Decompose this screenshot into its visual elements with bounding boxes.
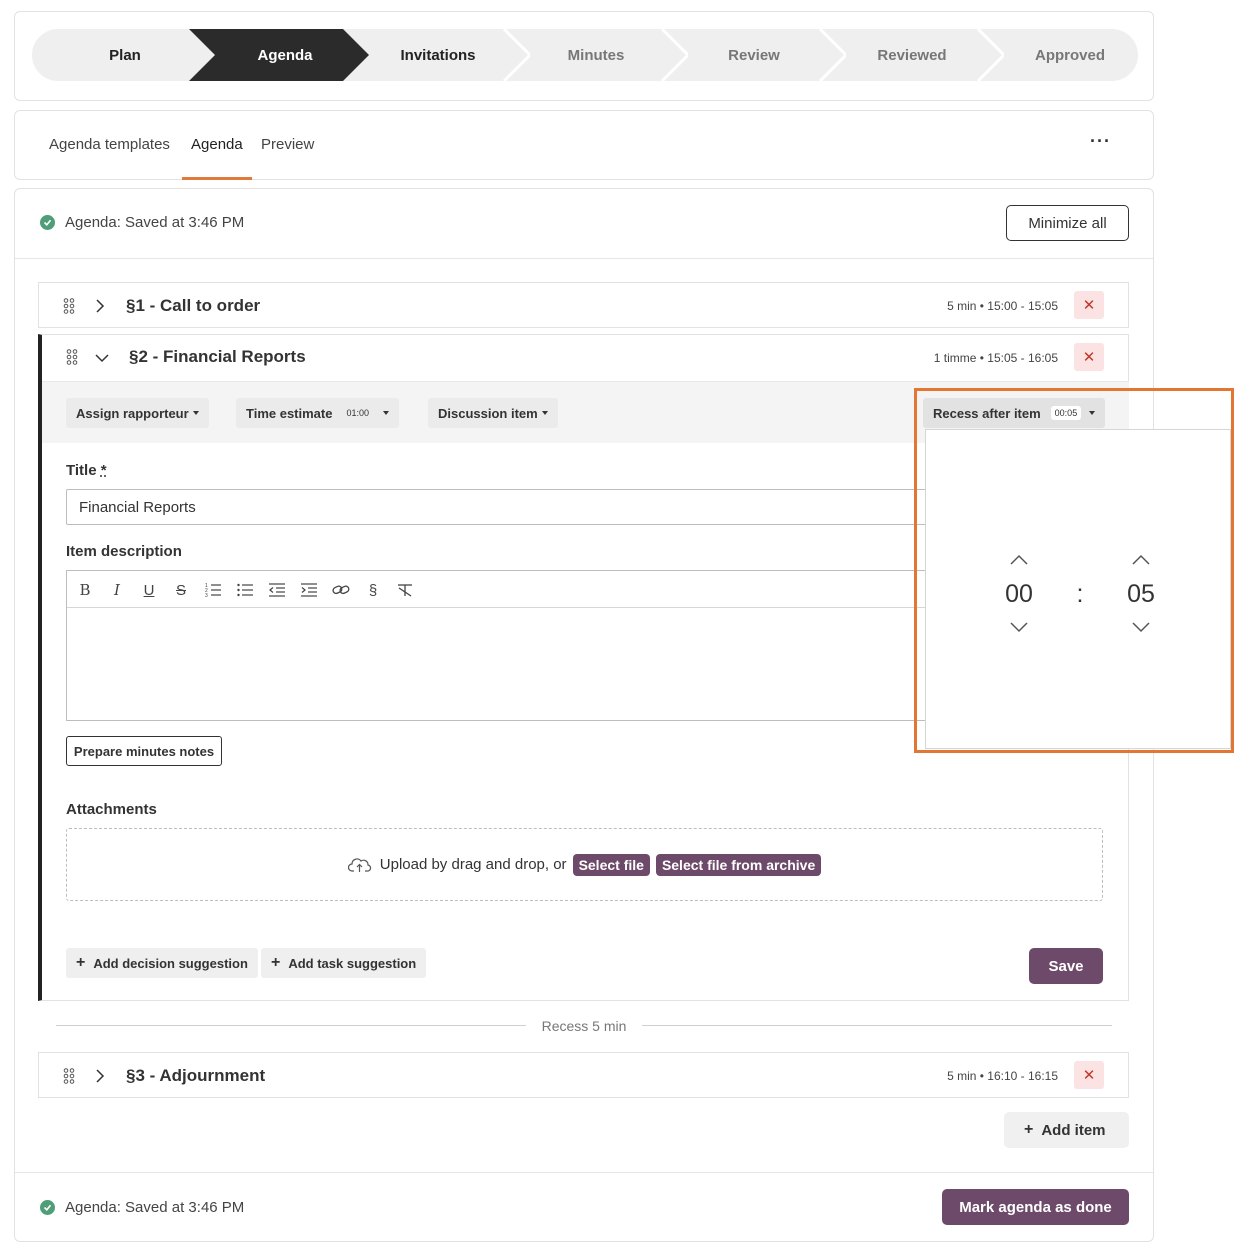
delete-item-button[interactable]: ✕ [1074,343,1104,371]
check-circle-icon [40,215,55,230]
drag-handle-icon[interactable] [66,349,78,365]
agenda-item-title: §2 - Financial Reports [129,347,306,366]
save-status-text: Agenda: Saved at 3:46 PM [65,214,245,231]
plus-icon: + [76,954,86,971]
discussion-item-dropdown[interactable]: Discussion item [428,398,558,428]
underline-icon[interactable]: U [139,580,159,600]
time-estimate-dropdown[interactable]: Time estimate 01:00 [236,398,399,428]
button-label: Add decision suggestion [93,955,248,971]
step-minutes[interactable]: Minutes [508,29,688,81]
section-icon[interactable]: § [363,580,383,600]
button-label: Add item [1041,1121,1106,1139]
agenda-item-title: §1 - Call to order [126,296,261,315]
description-label: Item description [66,543,182,560]
footer-divider [15,1172,1153,1173]
save-item-button[interactable]: Save [1029,948,1103,984]
italic-icon[interactable]: I [107,580,127,600]
tab-agenda[interactable]: Agenda [191,136,243,153]
step-label: Reviewed [877,46,947,64]
ordered-list-icon[interactable]: 123 [203,580,223,600]
link-icon[interactable] [331,580,351,600]
chevron-right-icon[interactable] [95,1068,105,1084]
close-icon: ✕ [1082,297,1096,314]
agenda-item-title: §3 - Adjournment [126,1066,266,1085]
clear-format-icon[interactable] [395,580,415,600]
plus-icon: + [271,954,281,971]
workflow-stepper-card: Plan Agenda Invitations Minutes Review R… [14,11,1154,101]
header-divider [15,258,1153,259]
save-status-bottom: Agenda: Saved at 3:46 PM [40,1199,244,1216]
recess-text: Recess 5 min [525,1018,643,1034]
agenda-item-meta: 5 min • 15:00 - 15:05 [947,299,1058,313]
plus-icon: + [1024,1121,1034,1138]
step-label: Minutes [567,46,625,64]
assign-rapporteur-dropdown[interactable]: Assign rapporteur [66,398,209,428]
title-label: Title * [66,462,107,479]
close-icon: ✕ [1082,1067,1096,1084]
focus-highlight-box [914,388,1234,753]
delete-item-button[interactable]: ✕ [1074,1061,1104,1089]
minimize-all-button[interactable]: Minimize all [1006,205,1129,241]
chevron-right-icon[interactable] [95,298,105,314]
time-estimate-value: 01:00 [342,406,373,420]
outdent-icon[interactable] [267,580,287,600]
tab-agenda-templates[interactable]: Agenda templates [49,136,170,153]
step-approved[interactable]: Approved [982,29,1138,81]
caret-down-icon [383,411,389,415]
step-reviewed[interactable]: Reviewed [824,29,1004,81]
add-item-button[interactable]: + Add item [1004,1112,1129,1148]
cloud-upload-icon [347,857,371,872]
bullet-list-icon[interactable] [235,580,255,600]
step-review[interactable]: Review [666,29,846,81]
caret-down-icon [192,411,199,415]
recess-label: Recess 5 min [15,1018,1153,1034]
prepare-minutes-notes-button[interactable]: Prepare minutes notes [66,736,222,766]
dropdown-label: Assign rapporteur [76,405,189,421]
drag-handle-icon[interactable] [63,298,75,314]
save-status-text: Agenda: Saved at 3:46 PM [65,1199,245,1216]
required-marker: * [100,462,107,479]
select-file-from-archive-button[interactable]: Select file from archive [655,853,822,876]
agenda-item-meta: 1 timme • 15:05 - 16:05 [933,351,1058,365]
add-decision-suggestion-button[interactable]: + Add decision suggestion [66,948,258,978]
indent-icon[interactable] [299,580,319,600]
step-label: Plan [109,46,141,64]
chevron-down-icon[interactable] [94,353,110,363]
step-label: Review [728,46,780,64]
step-label: Invitations [400,46,476,64]
dropdown-label: Time estimate [246,405,333,421]
button-label: Add task suggestion [288,955,417,971]
add-task-suggestion-button[interactable]: + Add task suggestion [261,948,427,978]
dropdown-label: Discussion item [438,405,538,421]
step-label: Approved [1034,46,1105,64]
mark-agenda-done-button[interactable]: Mark agenda as done [942,1189,1129,1225]
workflow-stepper: Plan Agenda Invitations Minutes Review R… [32,29,1138,81]
select-file-button[interactable]: Select file [572,853,650,876]
step-label: Agenda [257,46,313,64]
active-tab-indicator [182,177,252,180]
close-icon: ✕ [1082,349,1096,366]
agenda-item-1[interactable]: §1 - Call to order 5 min • 15:00 - 15:05… [38,282,1129,328]
attachments-label: Attachments [66,801,157,818]
agenda-item-meta: 5 min • 16:10 - 16:15 [947,1069,1058,1083]
tabs-card: Agenda templates Agenda Preview ··· [14,110,1154,180]
delete-item-button[interactable]: ✕ [1074,291,1104,319]
drag-handle-icon[interactable] [63,1068,75,1084]
title-input-value: Financial Reports [79,498,196,516]
caret-down-icon [541,411,548,415]
upload-text: Upload by drag and drop, or [379,856,567,873]
svg-text:3: 3 [205,593,208,597]
step-agenda[interactable]: Agenda [189,29,369,81]
save-status-top: Agenda: Saved at 3:46 PM [40,214,244,231]
tab-preview[interactable]: Preview [261,136,314,153]
bold-icon[interactable]: B [75,580,95,600]
agenda-item-3[interactable]: §3 - Adjournment 5 min • 16:10 - 16:15 ✕ [38,1052,1129,1098]
title-label-text: Title [66,462,97,479]
strikethrough-icon[interactable]: S [171,580,191,600]
check-circle-icon [40,1200,55,1215]
step-invitations[interactable]: Invitations [350,29,530,81]
more-options-button[interactable]: ··· [1090,131,1111,152]
attachment-dropzone[interactable]: Upload by drag and drop, or Select file … [66,828,1103,901]
